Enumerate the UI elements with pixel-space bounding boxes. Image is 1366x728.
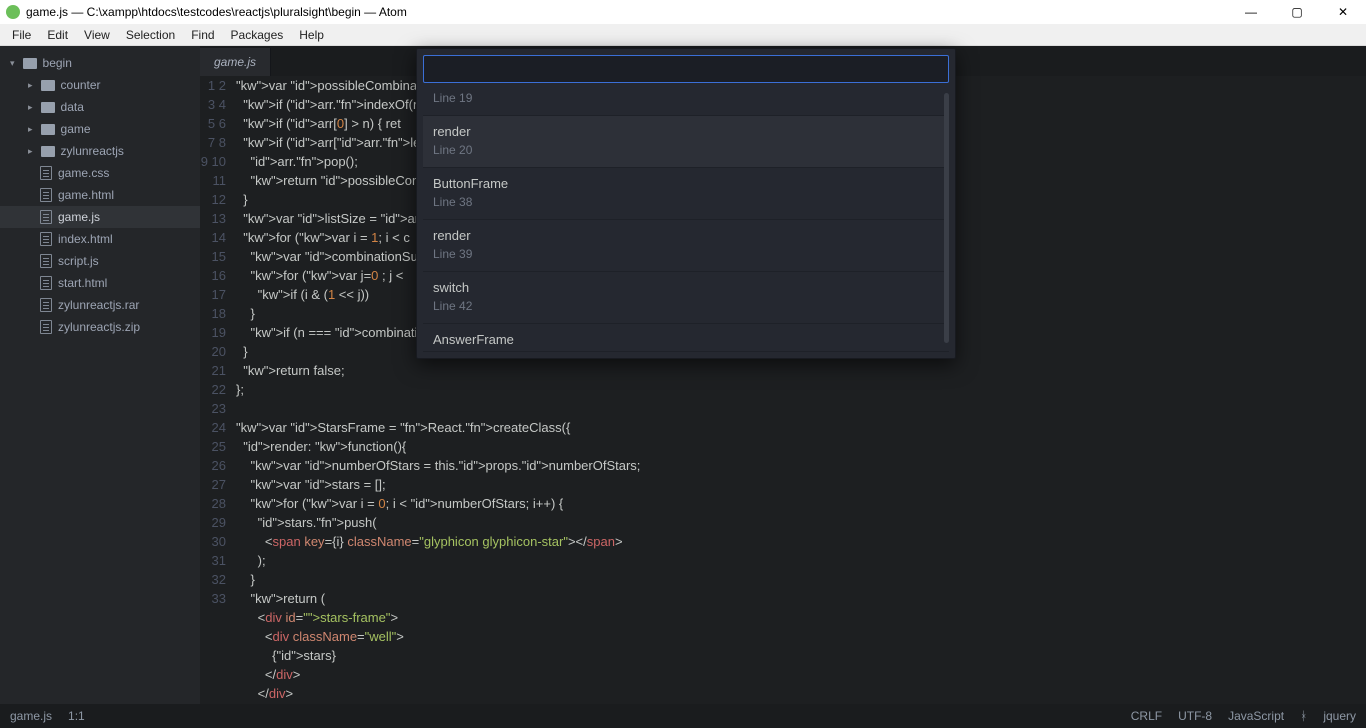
status-extra[interactable]: jquery: [1323, 709, 1356, 723]
file-icon: [40, 188, 52, 202]
file-icon: [40, 320, 52, 334]
editor-area: game.js 1 2 3 4 5 6 7 8 9 10 11 12 13 14…: [200, 46, 1366, 704]
file-icon: [40, 232, 52, 246]
palette-item[interactable]: AnswerFrameLine ??: [423, 324, 949, 352]
palette-item[interactable]: render Line 20: [423, 116, 949, 168]
status-bar: game.js 1:1 CRLF UTF-8 JavaScript ᚼ jque…: [0, 704, 1366, 728]
palette-item-secondary: Line 39: [433, 247, 939, 261]
palette-list[interactable]: Line 19 render Line 20 ButtonFrame Line 38 re…: [423, 89, 949, 352]
folder-icon: [41, 80, 55, 91]
tab-game-js[interactable]: game.js: [200, 48, 271, 76]
tree-file[interactable]: script.js: [0, 250, 200, 272]
command-palette: Line 19 render Line 20 ButtonFrame Line 38 re…: [416, 48, 956, 359]
tree-folder[interactable]: ▸ zylunreactjs: [0, 140, 200, 162]
chevron-right-icon: ▸: [28, 146, 33, 157]
tree-item-label: game.js: [58, 210, 100, 224]
folder-icon: [41, 102, 55, 113]
palette-item-primary: switch: [433, 280, 939, 295]
palette-item-secondary: Line 19: [433, 91, 939, 105]
titlebar: game.js — C:\xampp\htdocs\testcodes\reac…: [0, 0, 1366, 24]
palette-item-primary: AnswerFrame: [433, 332, 939, 347]
chevron-down-icon: ▾: [10, 58, 15, 69]
palette-item-primary: ButtonFrame: [433, 176, 939, 191]
menu-selection[interactable]: Selection: [118, 26, 183, 44]
status-file[interactable]: game.js: [10, 709, 52, 723]
menu-view[interactable]: View: [76, 26, 118, 44]
tree-file[interactable]: start.html: [0, 272, 200, 294]
file-icon: [40, 254, 52, 268]
tree-item-label: script.js: [58, 254, 99, 268]
palette-item-primary: render: [433, 124, 939, 139]
chevron-right-icon: ▸: [28, 124, 33, 135]
tree-root-label: begin: [43, 56, 72, 70]
window-title: game.js — C:\xampp\htdocs\testcodes\reac…: [26, 5, 407, 19]
palette-item-secondary: Line 42: [433, 299, 939, 313]
file-icon: [40, 210, 52, 224]
palette-item[interactable]: render Line 39: [423, 220, 949, 272]
tree-file[interactable]: zylunreactjs.rar: [0, 294, 200, 316]
menu-file[interactable]: File: [4, 26, 39, 44]
tree-item-label: start.html: [58, 276, 107, 290]
tree-file[interactable]: game.html: [0, 184, 200, 206]
menu-edit[interactable]: Edit: [39, 26, 76, 44]
tree-file[interactable]: game.js: [0, 206, 200, 228]
palette-item[interactable]: ButtonFrame Line 38: [423, 168, 949, 220]
palette-item-secondary: Line 20: [433, 143, 939, 157]
palette-item[interactable]: switch Line 42: [423, 272, 949, 324]
tree-item-label: game.html: [58, 188, 114, 202]
tree-item-label: zylunreactjs.zip: [58, 320, 140, 334]
close-button[interactable]: ✕: [1320, 0, 1366, 24]
palette-item-primary: render: [433, 228, 939, 243]
palette-input[interactable]: [423, 55, 949, 83]
status-cursor-position[interactable]: 1:1: [68, 709, 85, 723]
tree-folder[interactable]: ▸ counter: [0, 74, 200, 96]
tree-root[interactable]: ▾ begin: [0, 52, 200, 74]
menu-help[interactable]: Help: [291, 26, 332, 44]
line-gutter: 1 2 3 4 5 6 7 8 9 10 11 12 13 14 15 16 1…: [200, 76, 236, 704]
palette-item[interactable]: Line 19: [423, 89, 949, 116]
project-tree[interactable]: ▾ begin ▸ counter ▸ data ▸ game ▸ zylunreactj…: [0, 46, 200, 704]
folder-icon: [41, 146, 55, 157]
status-branch-icon: ᚼ: [1300, 709, 1307, 723]
tree-file[interactable]: game.css: [0, 162, 200, 184]
menu-find[interactable]: Find: [183, 26, 222, 44]
atom-app-icon: [6, 5, 20, 19]
tree-item-label: zylunreactjs: [61, 144, 124, 158]
tree-item-label: counter: [61, 78, 101, 92]
tree-item-label: index.html: [58, 232, 113, 246]
minimize-button[interactable]: —: [1228, 0, 1274, 24]
tree-item-label: data: [61, 100, 84, 114]
tree-file[interactable]: zylunreactjs.zip: [0, 316, 200, 338]
maximize-button[interactable]: ▢: [1274, 0, 1320, 24]
tree-folder[interactable]: ▸ data: [0, 96, 200, 118]
menubar: File Edit View Selection Find Packages H…: [0, 24, 1366, 46]
tree-item-label: game.css: [58, 166, 109, 180]
folder-icon: [23, 58, 37, 69]
file-icon: [40, 276, 52, 290]
chevron-right-icon: ▸: [28, 80, 33, 91]
status-encoding[interactable]: UTF-8: [1178, 709, 1212, 723]
file-icon: [40, 166, 52, 180]
chevron-right-icon: ▸: [28, 102, 33, 113]
status-eol[interactable]: CRLF: [1131, 709, 1162, 723]
scrollbar[interactable]: [944, 93, 949, 343]
tree-item-label: game: [61, 122, 91, 136]
menu-packages[interactable]: Packages: [223, 26, 292, 44]
palette-item-secondary: Line 38: [433, 195, 939, 209]
tab-label: game.js: [214, 55, 256, 69]
folder-icon: [41, 124, 55, 135]
file-icon: [40, 298, 52, 312]
tree-file[interactable]: index.html: [0, 228, 200, 250]
tree-folder[interactable]: ▸ game: [0, 118, 200, 140]
status-language[interactable]: JavaScript: [1228, 709, 1284, 723]
tree-item-label: zylunreactjs.rar: [58, 298, 139, 312]
